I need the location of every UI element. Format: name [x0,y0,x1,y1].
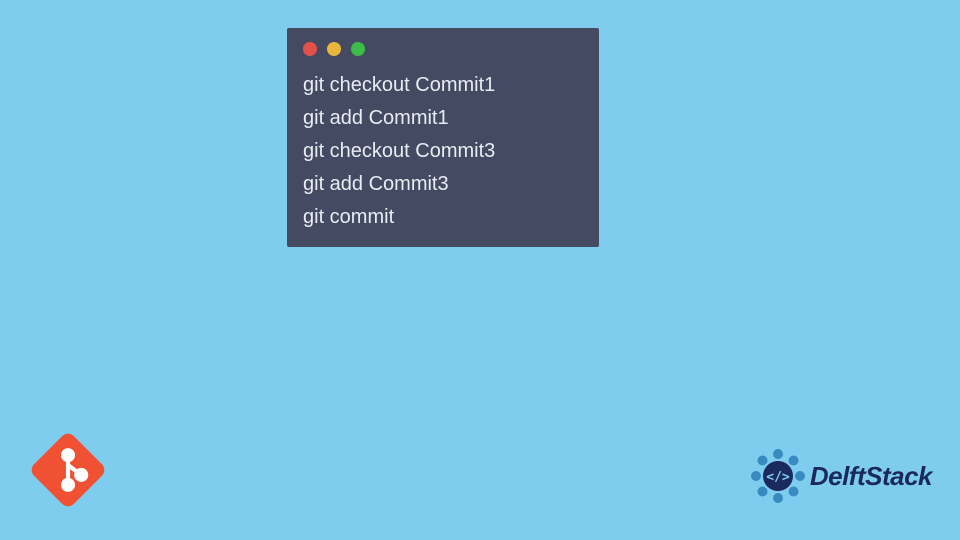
minimize-icon [327,42,341,56]
code-line: git checkout Commit3 [303,138,583,165]
brand-name: DelftStack [810,461,932,492]
brand-logo: </> DelftStack [750,448,932,504]
terminal-window: git checkout Commit1 git add Commit1 git… [287,28,599,247]
code-block: git checkout Commit1 git add Commit1 git… [303,72,583,231]
git-logo-icon [30,432,106,508]
code-line: git add Commit1 [303,105,583,132]
code-line: git checkout Commit1 [303,72,583,99]
window-traffic-lights [303,42,583,56]
maximize-icon [351,42,365,56]
code-line: git add Commit3 [303,171,583,198]
code-line: git commit [303,204,583,231]
close-icon [303,42,317,56]
brand-emblem-icon: </> [750,448,806,504]
svg-text:</>: </> [766,470,790,485]
